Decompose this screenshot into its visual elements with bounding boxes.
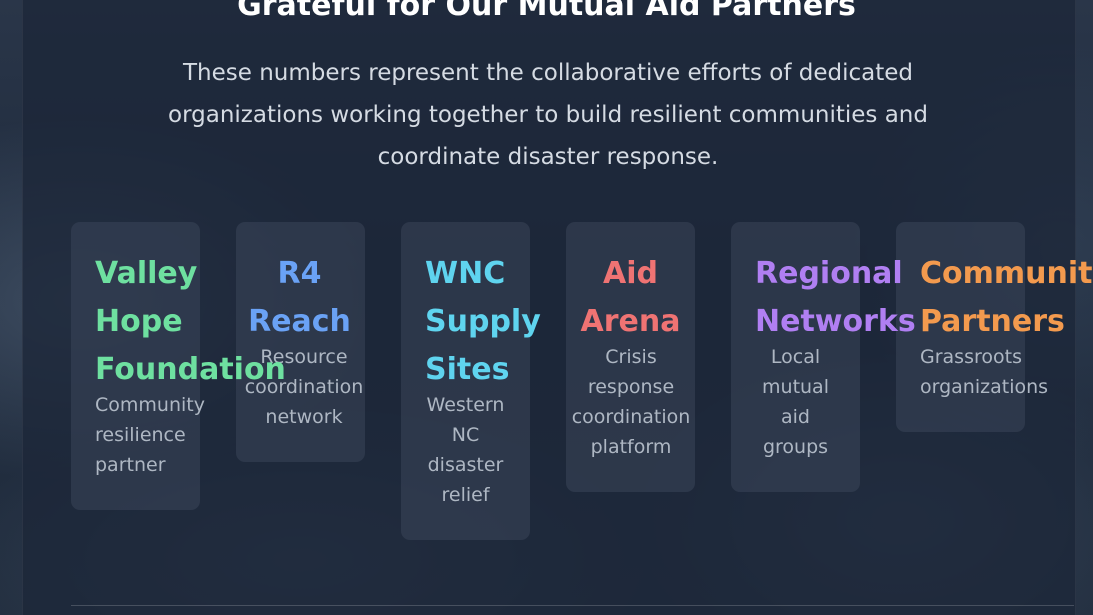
partner-description: Local mutual aid groups <box>762 346 829 458</box>
partner-name: Valley Hope Foundation <box>95 256 286 387</box>
partner-card-community-partners: Community Partners Grassroots organizati… <box>896 222 1093 432</box>
partner-description: Community resilience partner <box>95 394 205 476</box>
partner-card-valley-hope: Valley Hope Foundation Community resilie… <box>71 222 286 510</box>
section-title: Grateful for Our Mutual Aid Partners <box>237 0 856 23</box>
partner-card-aid-arena: Aid Arena Crisis response coordination p… <box>566 222 695 492</box>
section-subtitle: These numbers represent the collaborativ… <box>168 60 928 170</box>
partner-card-r4-reach: R4 Reach Resource coordination network <box>236 222 365 462</box>
partner-description: Crisis response coordination platform <box>571 346 691 458</box>
partner-name: Regional Networks <box>755 256 916 339</box>
partner-description: Grassroots organizations <box>920 346 1049 398</box>
footer-divider <box>71 605 1074 606</box>
partner-card-regional-networks: Regional Networks Local mutual aid group… <box>731 222 916 492</box>
partner-card-wnc-supply-sites: WNC Supply Sites Western NC disaster rel… <box>401 222 541 540</box>
partner-name: WNC Supply Sites <box>425 256 541 387</box>
partner-cards: Valley Hope Foundation Community resilie… <box>71 222 1093 540</box>
partner-description: Western NC disaster relief <box>426 394 505 506</box>
partner-name: Aid Arena <box>580 256 681 339</box>
partner-name: Community Partners <box>920 256 1093 339</box>
partner-name: R4 Reach <box>248 256 351 339</box>
